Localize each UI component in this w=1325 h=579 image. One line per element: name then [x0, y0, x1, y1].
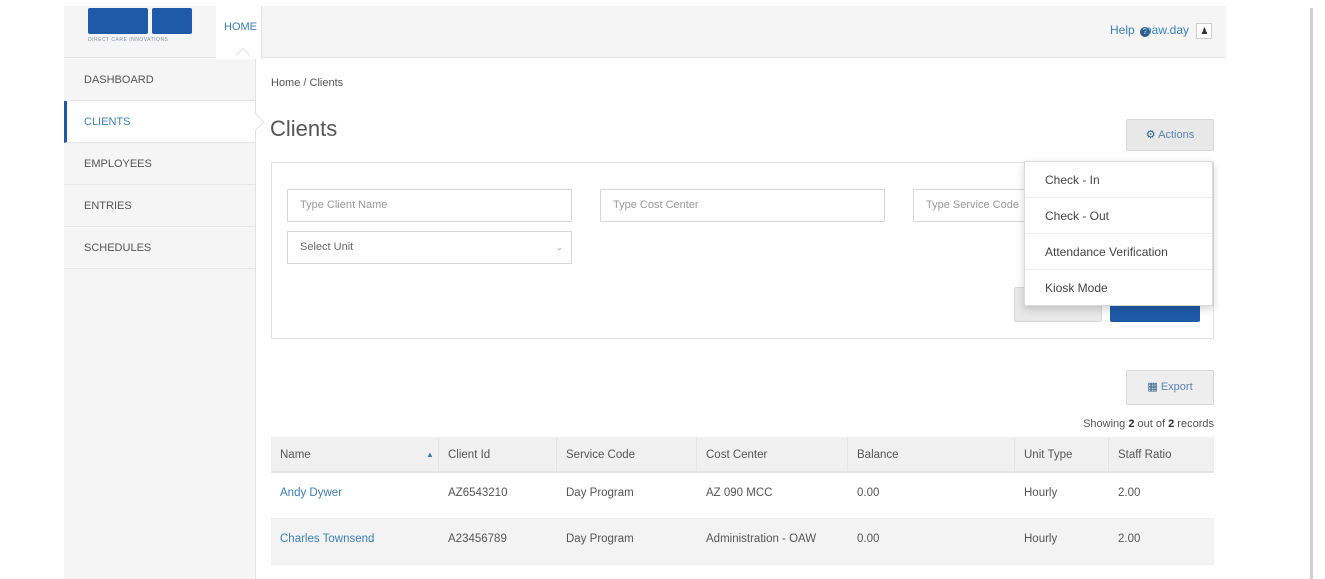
- balance-cell: 0.00: [857, 487, 880, 499]
- table-header: Name ▲ Client Id Service Code Cost Cente…: [271, 437, 1214, 473]
- page-title: Clients: [270, 116, 338, 141]
- cost-center-cell: AZ 090 MCC: [706, 487, 773, 499]
- logo-subtitle: DIRECT CARE INNOVATIONS: [88, 37, 169, 43]
- unit-select-value: Select Unit: [300, 241, 354, 253]
- col-header-service-code[interactable]: Service Code: [557, 437, 697, 471]
- sidebar-item-entries[interactable]: ENTRIES: [64, 185, 255, 227]
- chevron-down-icon: ⌄: [555, 242, 563, 252]
- sort-asc-icon: ▲: [426, 450, 434, 459]
- export-file-icon: ▦: [1147, 381, 1158, 393]
- staff-ratio-cell: 2.00: [1118, 487, 1141, 499]
- col-header-name[interactable]: Name ▲: [271, 437, 439, 471]
- table-row: Charles Townsend A23456789 Day Program A…: [271, 519, 1214, 565]
- unit-type-cell: Hourly: [1024, 487, 1058, 499]
- client-id-cell: AZ6543210: [448, 487, 508, 499]
- service-code-cell: Day Program: [566, 533, 634, 545]
- user-icon: ♟: [1196, 23, 1213, 39]
- record-count-prefix: Showing: [1083, 418, 1129, 430]
- col-header-client-id[interactable]: Client Id: [439, 437, 557, 471]
- menu-item-check-out[interactable]: Check - Out: [1025, 198, 1212, 234]
- menu-item-check-in[interactable]: Check - In: [1025, 162, 1212, 198]
- table-row: Andy Dywer AZ6543210 Day Program AZ 090 …: [271, 473, 1214, 519]
- actions-dropdown-menu: Check - In Check - Out Attendance Verifi…: [1024, 161, 1213, 306]
- dci-logo[interactable]: DIRECT CARE INNOVATIONS: [88, 8, 220, 48]
- clients-table: Name ▲ Client Id Service Code Cost Cente…: [271, 437, 1214, 565]
- col-header-label: Name: [280, 449, 311, 461]
- sidebar-item-label: EMPLOYEES: [84, 158, 152, 170]
- active-item-caret: [247, 113, 265, 131]
- gear-icon: ⚙: [1145, 129, 1156, 141]
- sidebar: DASHBOARD CLIENTS EMPLOYEES ENTRIES SCHE…: [64, 59, 265, 579]
- nav-home-label: HOME: [224, 21, 257, 33]
- unit-type-cell: Hourly: [1024, 533, 1058, 545]
- export-label: Export: [1160, 381, 1193, 393]
- client-id-cell: A23456789: [448, 533, 507, 545]
- client-name-link[interactable]: Andy Dywer: [271, 473, 342, 518]
- breadcrumb[interactable]: Home / Clients: [271, 77, 343, 89]
- user-menu[interactable]: oaw.day ♟: [1145, 23, 1213, 39]
- cost-center-input[interactable]: Type Cost Center: [600, 189, 885, 222]
- logo-mark-ci: [152, 8, 192, 34]
- logo-mark-d: [88, 8, 148, 34]
- sidebar-item-label: DASHBOARD: [84, 74, 154, 86]
- actions-label: Actions: [1158, 129, 1195, 141]
- menu-item-attendance-verification[interactable]: Attendance Verification: [1025, 234, 1212, 270]
- actions-button[interactable]: ⚙ Actions: [1126, 119, 1214, 151]
- service-code-cell: Day Program: [566, 487, 634, 499]
- help-label: Help: [1110, 23, 1135, 37]
- sidebar-item-label: ENTRIES: [84, 200, 132, 212]
- sidebar-item-dashboard[interactable]: DASHBOARD: [64, 59, 255, 101]
- username-label: oaw.day: [1145, 23, 1190, 37]
- cost-center-cell: Administration - OAW: [706, 533, 817, 545]
- col-header-staff-ratio[interactable]: Staff Ratio: [1109, 437, 1214, 471]
- top-navbar: DIRECT CARE INNOVATIONS HOME Help ? oaw.…: [64, 6, 1226, 63]
- sidebar-item-employees[interactable]: EMPLOYEES: [64, 143, 255, 185]
- record-count-middle: out of: [1134, 418, 1169, 430]
- col-header-cost-center[interactable]: Cost Center: [697, 437, 848, 471]
- page-scrollbar-edge: [1310, 8, 1313, 579]
- menu-item-kiosk-mode[interactable]: Kiosk Mode: [1025, 270, 1212, 306]
- col-header-unit-type[interactable]: Unit Type: [1015, 437, 1109, 471]
- unit-select[interactable]: Select Unit ⌄: [287, 231, 572, 264]
- sidebar-item-label: CLIENTS: [84, 116, 131, 128]
- record-count: Showing 2 out of 2 records: [1054, 418, 1214, 430]
- staff-ratio-cell: 2.00: [1118, 533, 1141, 545]
- app-frame: DIRECT CARE INNOVATIONS HOME Help ? oaw.…: [64, 6, 1312, 579]
- client-name-link[interactable]: Charles Townsend: [271, 519, 374, 564]
- client-name-input[interactable]: Type Client Name: [287, 189, 572, 222]
- sidebar-item-clients[interactable]: CLIENTS: [64, 101, 265, 143]
- sidebar-item-schedules[interactable]: SCHEDULES: [64, 227, 255, 269]
- export-button[interactable]: ▦ Export: [1126, 370, 1214, 405]
- balance-cell: 0.00: [857, 533, 880, 545]
- record-count-suffix: records: [1174, 418, 1214, 430]
- sidebar-item-label: SCHEDULES: [84, 242, 152, 254]
- col-header-balance[interactable]: Balance: [848, 437, 1015, 471]
